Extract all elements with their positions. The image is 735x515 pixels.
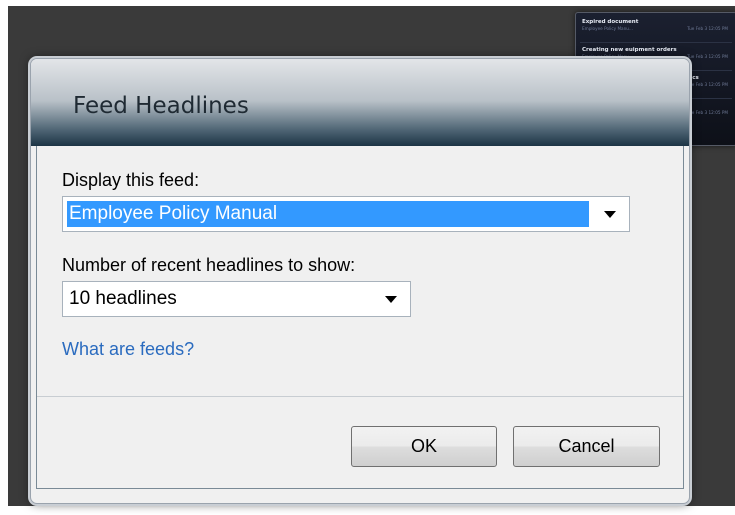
headline-count-label: Number of recent headlines to show: (62, 255, 356, 275)
gadget-headline-date: Tue Feb 3 12:05 PM (687, 54, 728, 59)
cancel-button[interactable]: Cancel (513, 426, 660, 467)
gadget-headline-source: Employee Policy Manu... (582, 26, 633, 31)
headline-count-selected-value: 10 headlines (69, 288, 177, 309)
feed-select[interactable]: Employee Policy Manual (62, 196, 630, 232)
gadget-headline-item[interactable]: Expired document Tue Feb 3 12:05 PM Emplo… (582, 19, 732, 31)
headline-count-select[interactable]: 10 headlines (62, 281, 411, 317)
gadget-headline-title: Creating new euipment orders (582, 47, 677, 53)
gadget-headline-title: Expired document (582, 19, 639, 25)
ok-button[interactable]: OK (351, 426, 497, 467)
chevron-down-icon[interactable] (385, 296, 397, 303)
gadget-headline-date: Tue Feb 3 12:05 PM (687, 82, 728, 87)
dialog-header: Feed Headlines (31, 59, 689, 146)
dialog-title: Feed Headlines (73, 93, 249, 119)
feed-label: Display this feed: (62, 170, 200, 190)
gadget-headline-meta: Tue Feb 3 12:05 PM Employee Policy Manu..… (582, 26, 732, 31)
what-are-feeds-link[interactable]: What are feeds? (62, 339, 194, 360)
feed-settings-dialog: Feed Headlines Display this feed: Employ… (30, 58, 690, 504)
gadget-headline-date: Tue Feb 3 12:05 PM (687, 110, 728, 115)
gadget-headline-date: Tue Feb 3 12:05 PM (687, 26, 728, 31)
dialog-body: Display this feed: Employee Policy Manua… (36, 146, 684, 489)
dialog-divider (37, 396, 683, 397)
gadget-divider (580, 42, 732, 43)
chevron-down-icon[interactable] (604, 211, 616, 218)
feed-selected-value: Employee Policy Manual (67, 201, 589, 227)
